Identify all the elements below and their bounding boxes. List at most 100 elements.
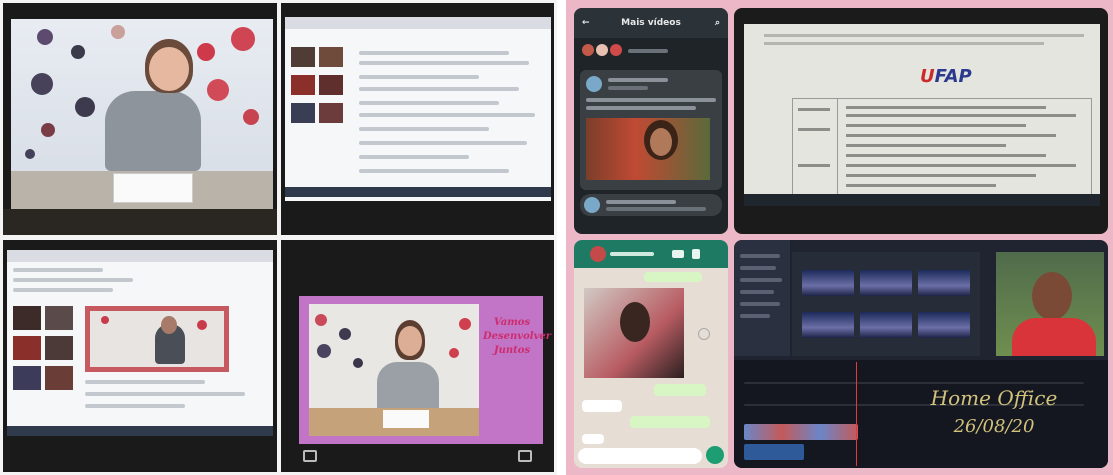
text-line: [764, 34, 1084, 37]
text-line: [359, 75, 479, 79]
sidebar-item[interactable]: [740, 314, 770, 318]
wall-dot: [243, 109, 259, 125]
phone-messenger-screenshot: ← Mais vídeos ⌕: [574, 8, 728, 234]
caption-date: 26/08/20: [953, 416, 1035, 437]
feed-thumbnail: [13, 306, 41, 330]
playhead[interactable]: [856, 362, 857, 466]
video-frame-woman-dots-wall: [3, 3, 277, 235]
monitor-bezel: [3, 209, 277, 235]
search-icon[interactable]: ⌕: [715, 8, 720, 38]
wall-dot: [37, 29, 53, 45]
media-thumbnail[interactable]: [918, 312, 970, 338]
text-line: [13, 288, 113, 292]
right-collage: ← Mais vídeos ⌕ UFAP Home Office 26/08/2…: [566, 0, 1113, 475]
text-line: [846, 154, 1046, 157]
avatar: [586, 76, 602, 92]
frame-title-line: Desenvolver: [483, 331, 552, 342]
message-bubble: [644, 272, 702, 282]
message-bubble: [582, 400, 622, 412]
wall-dot: [207, 79, 229, 101]
feed-thumbnail: [13, 336, 41, 360]
video-post-card: [580, 70, 722, 190]
media-thumbnail[interactable]: [918, 270, 970, 296]
text-line: [846, 174, 1036, 177]
message-bubble: [582, 434, 604, 444]
paper-sheet: [383, 410, 429, 428]
taskbar: [285, 187, 551, 197]
text-line: [798, 128, 830, 131]
browser-toolbar: [7, 250, 273, 262]
paper-sheet: [113, 173, 193, 203]
phone-icon[interactable]: [692, 249, 700, 259]
text-line: [610, 252, 654, 256]
text-line: [846, 164, 1076, 167]
frame-title: Vamos Desenvolver Juntos: [483, 316, 552, 358]
feed-thumbnail: [291, 75, 315, 95]
media-thumbnail[interactable]: [860, 312, 912, 338]
text-line: [359, 113, 535, 117]
feed-thumbnail: [319, 103, 343, 123]
text-line: [359, 51, 509, 55]
fullscreen-icon[interactable]: [518, 450, 532, 462]
editor-timeline[interactable]: [734, 360, 1108, 468]
photo-collage: Vamos Desenvolver Juntos ← Mais vídeos ⌕: [0, 0, 1113, 475]
sidebar-item[interactable]: [740, 254, 780, 258]
media-thumbnail[interactable]: [860, 270, 912, 296]
frame-title-line: Juntos: [493, 345, 531, 356]
text-line: [798, 164, 830, 167]
logo-suffix: FAP: [934, 66, 972, 87]
timeline-clip[interactable]: [744, 444, 804, 460]
editor-sidebar: [734, 240, 790, 356]
back-arrow-icon[interactable]: ←: [582, 8, 590, 38]
message-bubble: [630, 416, 710, 428]
text-line: [606, 207, 706, 211]
copy-icon[interactable]: [303, 450, 317, 462]
text-line: [359, 87, 519, 91]
feed-thumbnail: [45, 336, 73, 360]
social-video-screen: [3, 240, 277, 472]
text-line: [359, 155, 469, 159]
wall-dot: [459, 318, 471, 330]
text-line: [85, 392, 245, 396]
face: [149, 47, 189, 91]
wall-dot: [317, 344, 331, 358]
face: [650, 128, 672, 156]
text-line: [85, 404, 185, 408]
sidebar-item[interactable]: [740, 266, 776, 270]
message-input[interactable]: [578, 448, 702, 464]
text-line: [608, 86, 648, 90]
wall-dot: [231, 27, 255, 51]
social-feed-screen: [281, 3, 554, 235]
media-thumbnail[interactable]: [802, 312, 854, 338]
video-call-icon[interactable]: [672, 250, 684, 258]
text-line: [13, 278, 133, 282]
wall-dot: [75, 97, 95, 117]
media-thumbnail[interactable]: [802, 270, 854, 296]
sidebar-item[interactable]: [740, 278, 782, 282]
wall-dot: [353, 358, 363, 368]
text-line: [606, 200, 676, 204]
red-shirt: [1012, 318, 1096, 356]
text-line: [764, 42, 1044, 45]
sidebar-item[interactable]: [740, 302, 780, 306]
logo-prefix: U: [920, 66, 935, 87]
feed-thumbnail: [291, 103, 315, 123]
text-line: [628, 49, 668, 53]
avatar: [610, 44, 622, 56]
chat-header: [574, 240, 728, 268]
forward-icon[interactable]: [698, 328, 710, 340]
reaction-row: [582, 44, 722, 58]
sidebar-item[interactable]: [740, 290, 774, 294]
media-library: [792, 252, 980, 356]
wall-dot: [71, 45, 85, 59]
send-button[interactable]: [706, 446, 724, 464]
avatar: [596, 44, 608, 56]
avatar: [582, 44, 594, 56]
text-line: [85, 380, 205, 384]
timeline-clip[interactable]: [744, 424, 858, 440]
track-line: [744, 382, 1084, 384]
messenger-title: Mais vídeos: [621, 18, 681, 28]
taskbar: [7, 426, 273, 436]
browser-window: [285, 17, 551, 201]
embedded-video[interactable]: [85, 306, 229, 372]
